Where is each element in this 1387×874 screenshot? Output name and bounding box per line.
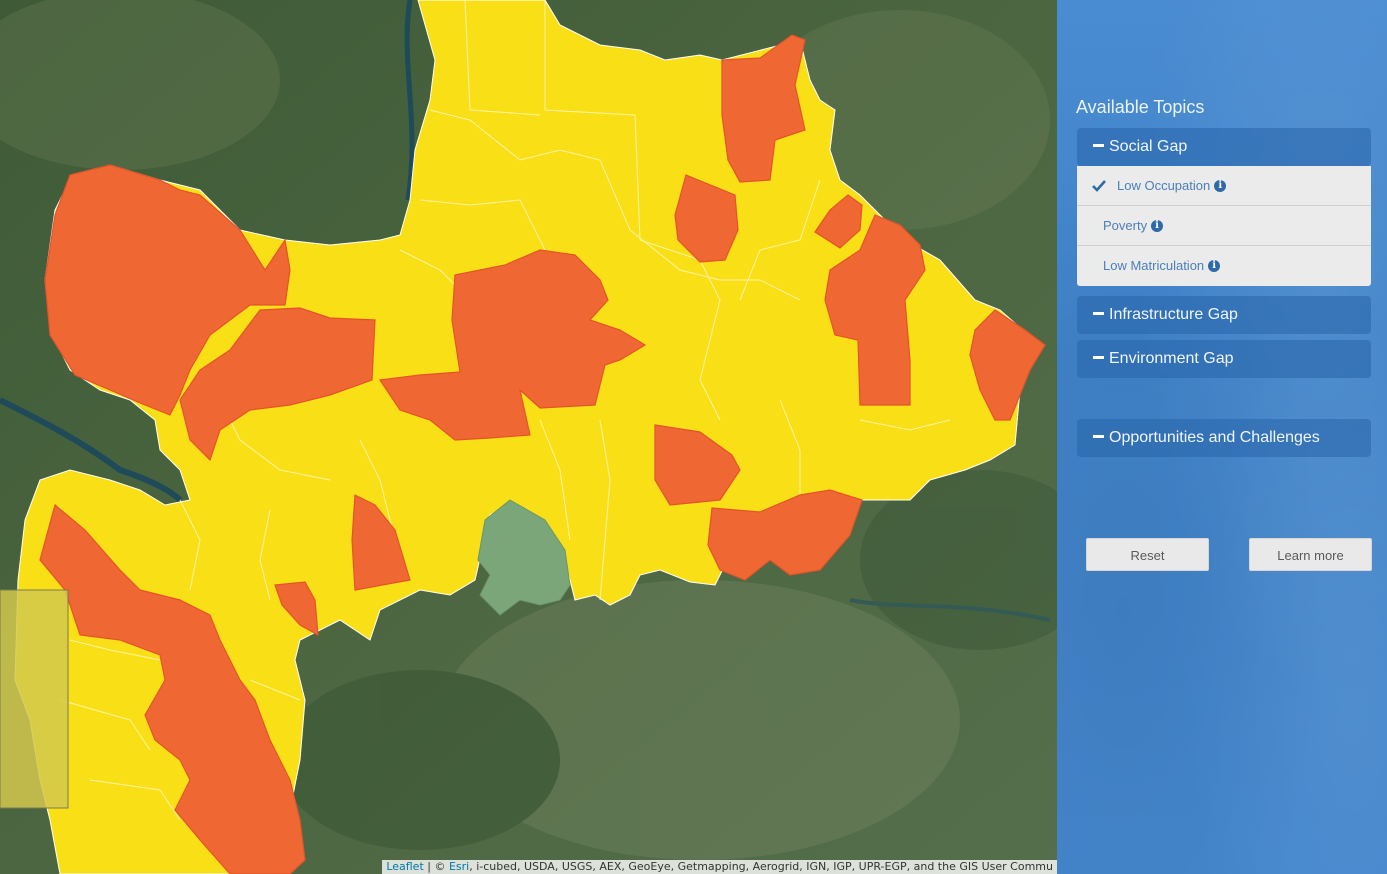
reset-button[interactable]: Reset — [1086, 538, 1209, 571]
collapse-icon — [1093, 144, 1104, 148]
item-label: Poverty — [1103, 218, 1148, 233]
collapse-icon — [1093, 435, 1104, 439]
collapse-icon — [1093, 356, 1104, 360]
info-icon[interactable]: i — [1151, 219, 1164, 232]
panel-title: Available Topics — [1076, 97, 1205, 117]
topic-opportunities-challenges[interactable]: Opportunities and Challenges — [1077, 419, 1371, 457]
item-label: Low Occupation — [1117, 178, 1211, 193]
topic-label: Opportunities and Challenges — [1109, 429, 1320, 446]
map-view[interactable]: Leaflet | © Esri, i-cubed, USDA, USGS, A… — [0, 0, 1057, 874]
topic-environment-gap[interactable]: Environment Gap — [1077, 340, 1371, 378]
list-item-low-occupation[interactable]: Low Occupation i — [1077, 166, 1371, 206]
topic-label: Social Gap — [1109, 138, 1188, 155]
collapse-icon — [1093, 312, 1104, 316]
topic-infrastructure-gap[interactable]: Infrastructure Gap — [1077, 296, 1371, 334]
topic-social-gap[interactable]: Social Gap — [1077, 128, 1371, 166]
topic-label: Infrastructure Gap — [1109, 306, 1238, 323]
esri-link[interactable]: Esri — [449, 860, 469, 873]
list-item-poverty[interactable]: Poverty i — [1077, 206, 1371, 246]
attribution-separator: | © — [427, 860, 446, 873]
list-item-low-matriculation[interactable]: Low Matriculation i — [1077, 246, 1371, 286]
social-gap-list: Low Occupation i Poverty i Low Matriculati… — [1077, 166, 1371, 286]
learn-more-button[interactable]: Learn more — [1249, 538, 1372, 571]
topic-label: Environment Gap — [1109, 350, 1234, 367]
leaflet-link[interactable]: Leaflet — [386, 860, 423, 873]
topics-panel: Available Topics Social Gap Low Occupati… — [1057, 0, 1387, 874]
info-icon[interactable]: i — [1214, 179, 1227, 192]
choropleth-map[interactable] — [0, 0, 1057, 874]
checkmark-icon — [1092, 180, 1106, 192]
attribution-text: , i-cubed, USDA, USGS, AEX, GeoEye, Getm… — [469, 860, 1053, 873]
map-attribution: Leaflet | © Esri, i-cubed, USDA, USGS, A… — [382, 860, 1057, 874]
overlay-region[interactable] — [0, 589, 69, 809]
info-icon[interactable]: i — [1208, 259, 1221, 272]
item-label: Low Matriculation — [1103, 258, 1205, 273]
